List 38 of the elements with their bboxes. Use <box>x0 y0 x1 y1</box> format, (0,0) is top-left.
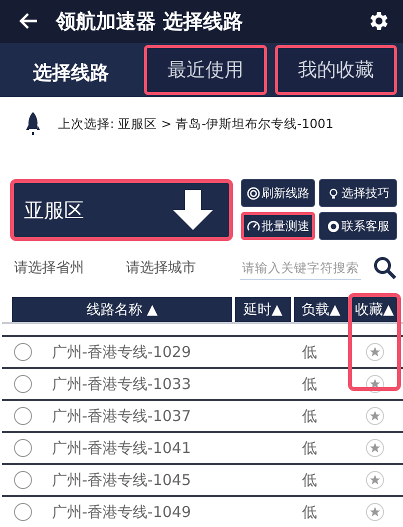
radio-button[interactable] <box>14 439 32 457</box>
lightbulb-icon <box>326 186 340 200</box>
down-arrow-icon <box>171 188 215 232</box>
radio-button[interactable] <box>14 407 32 425</box>
load-cell-text: 低 <box>302 438 318 458</box>
radio-button[interactable] <box>14 343 32 361</box>
radio-button[interactable] <box>14 375 32 393</box>
region-select[interactable]: 亚服区 <box>10 179 233 241</box>
action-button[interactable]: 批量测速 <box>241 212 315 240</box>
column-header[interactable]: 线路名称 ▲ <box>12 297 232 322</box>
column-header[interactable]: 负载▲ <box>294 297 348 322</box>
load-cell-text: 低 <box>302 470 318 490</box>
tab[interactable]: 我的收藏 <box>274 45 397 95</box>
radio-button[interactable] <box>14 503 32 521</box>
load-cell-text: 低 <box>302 342 318 362</box>
search-icon[interactable] <box>373 256 397 280</box>
column-header[interactable]: 延时▲ <box>235 297 291 322</box>
load-cell-text: 低 <box>302 406 318 426</box>
line-name: 广州-香港专线-1049 <box>52 502 192 522</box>
load-cell-text: 低 <box>302 502 318 522</box>
line-name: 广州-香港专线-1029 <box>52 342 192 362</box>
line-name: 广州-香港专线-1041 <box>52 438 192 458</box>
load-cell-text: 低 <box>302 374 318 394</box>
tab[interactable]: 最近使用 <box>144 45 266 95</box>
line-name: 广州-香港专线-1037 <box>52 406 192 426</box>
gauge-icon <box>246 220 260 232</box>
refresh-icon <box>246 186 260 200</box>
action-button[interactable]: 联系客服 <box>319 212 397 240</box>
rocket-icon <box>24 111 42 137</box>
line-name: 广州-香港专线-1033 <box>52 374 192 394</box>
line-name: 广州-香港专线-1045 <box>52 470 192 490</box>
back-icon[interactable] <box>18 12 38 30</box>
column-header[interactable]: 收藏▲ <box>351 297 398 322</box>
action-button[interactable]: 选择技巧 <box>319 179 397 207</box>
radio-button[interactable] <box>14 471 32 489</box>
last-selection-text: 上次选择: 亚服区 > 青岛-伊斯坦布尔专线-1001 <box>58 116 334 132</box>
page-title: 领航加速器 选择线路 <box>56 8 244 35</box>
action-button[interactable]: 刷新线路 <box>241 179 315 207</box>
